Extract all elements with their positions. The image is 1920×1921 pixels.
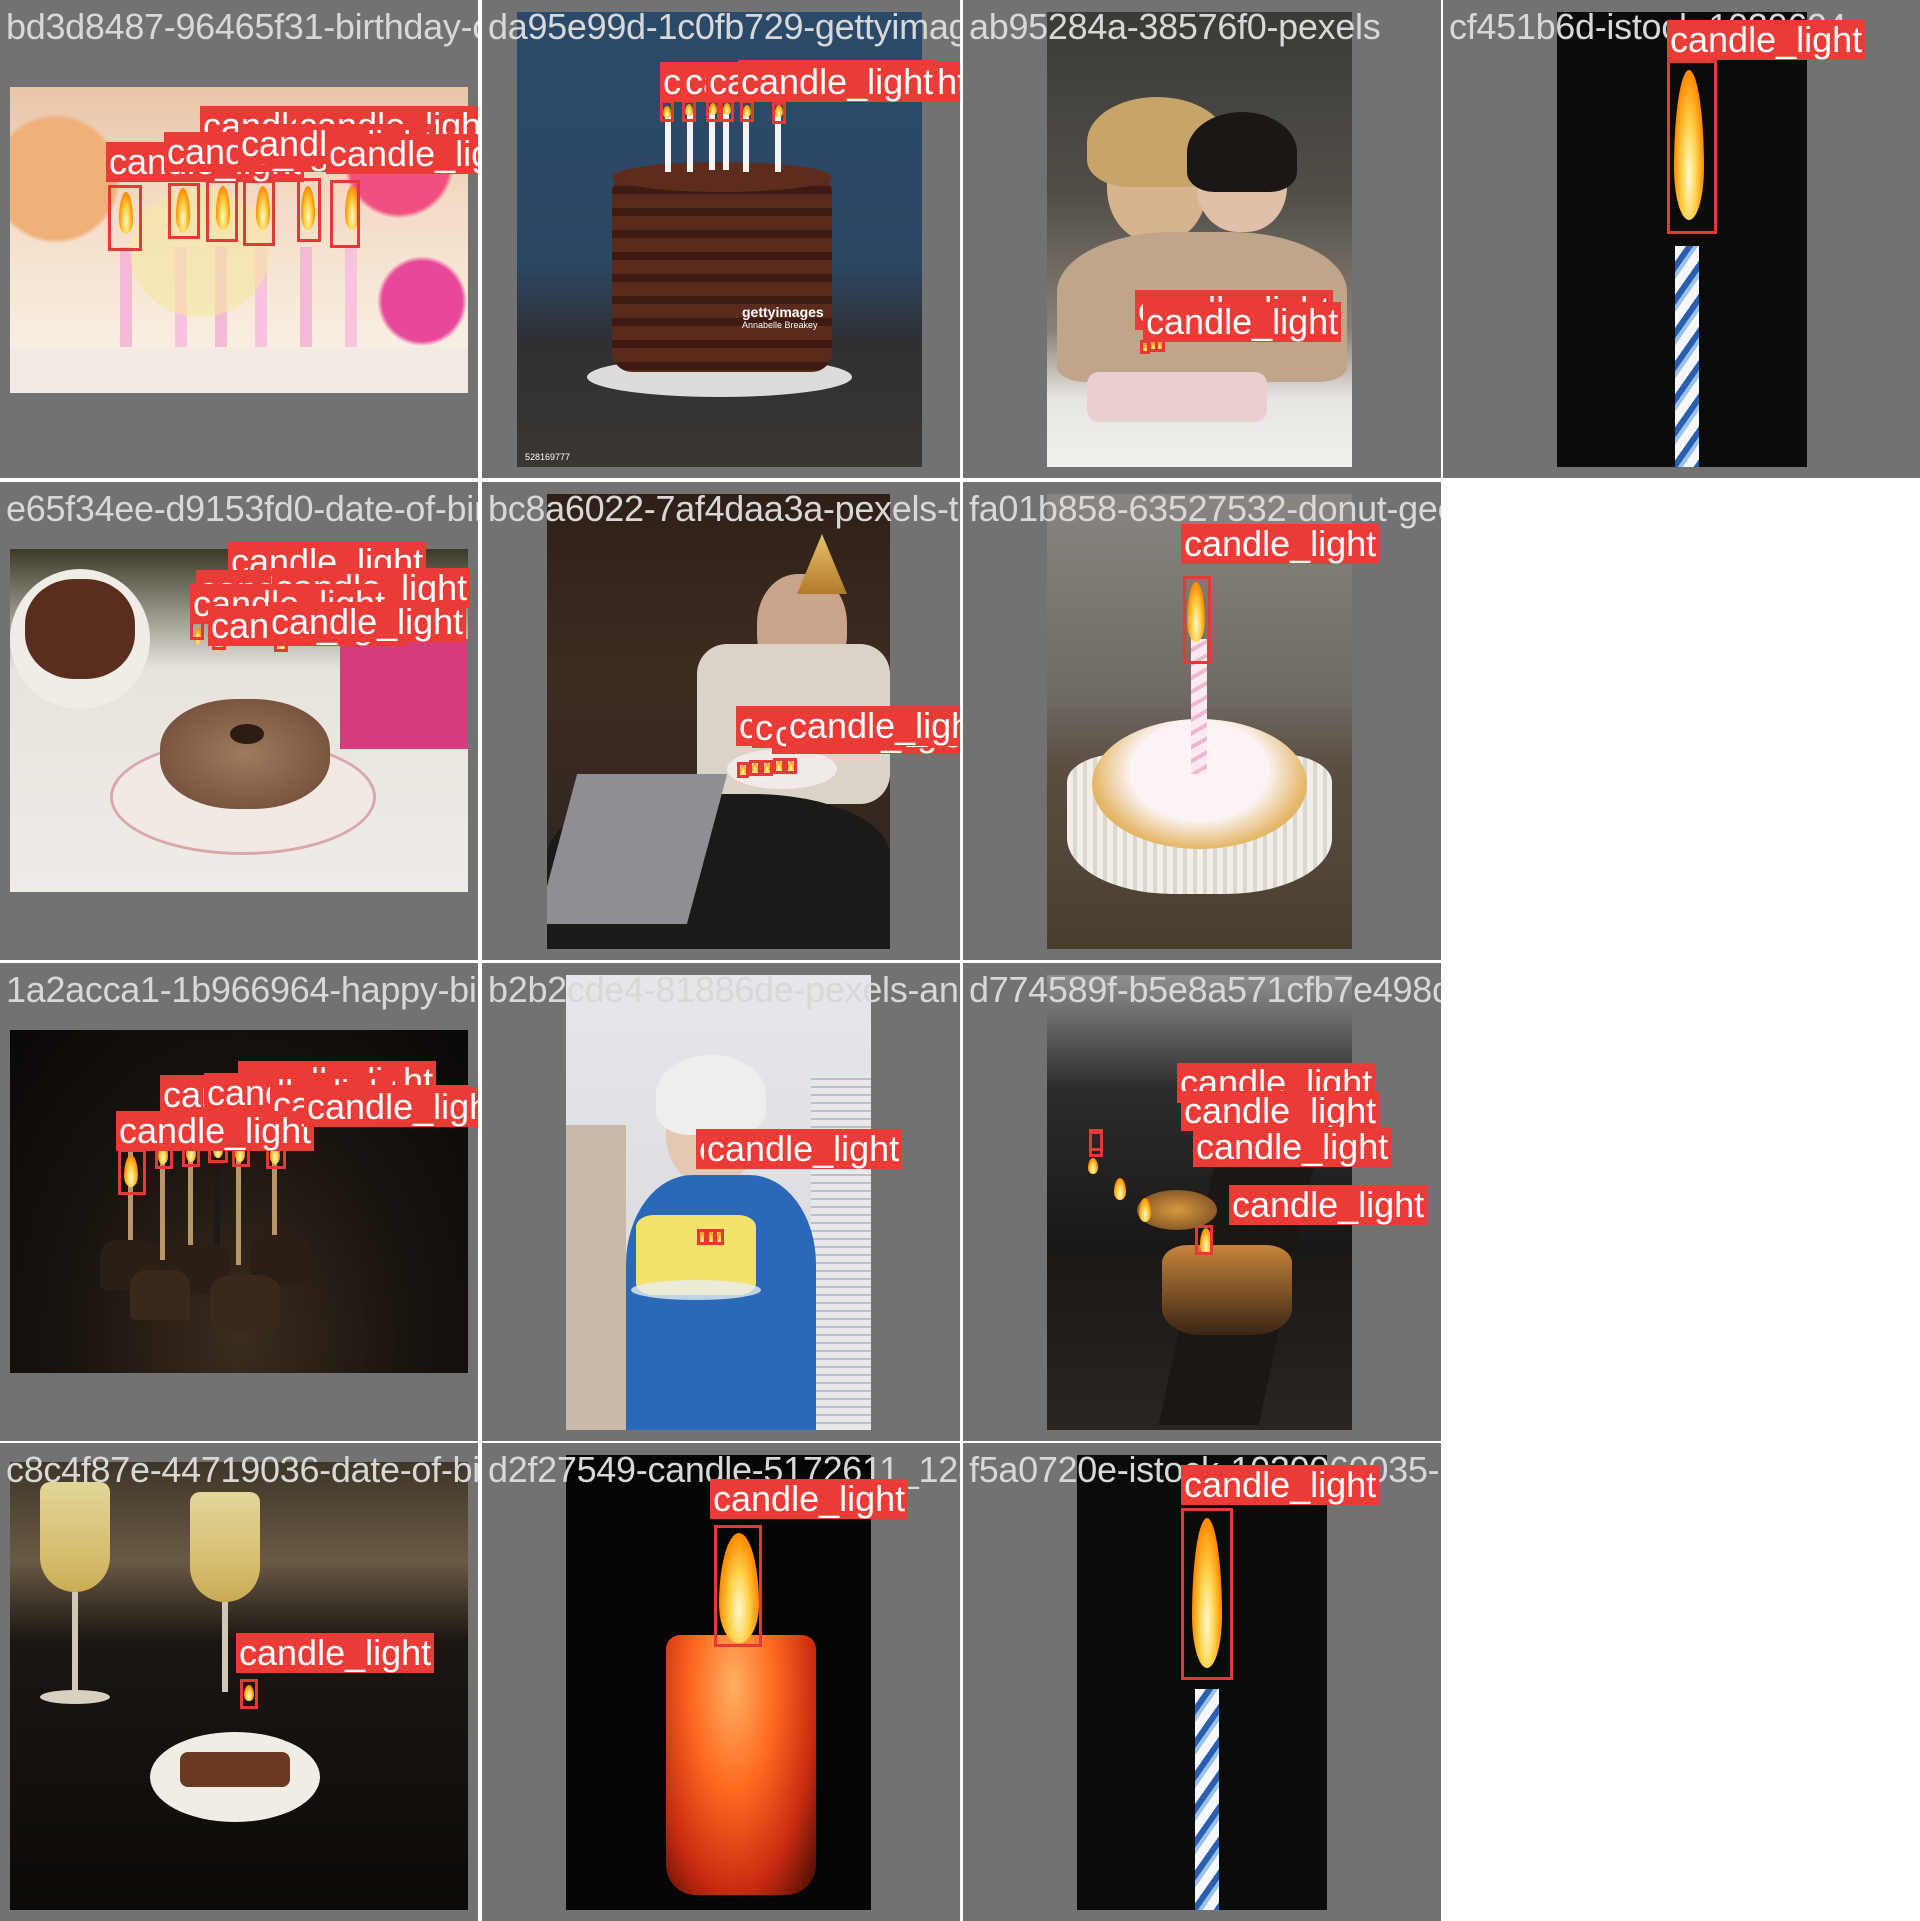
detection-label: candle_light bbox=[116, 1111, 315, 1151]
gettyimages-watermark: gettyimages bbox=[742, 304, 824, 320]
mosaic-tile-0: bd3d8487-96465f31-birthday-cake-with-can… bbox=[0, 0, 478, 478]
detection-box bbox=[714, 1525, 762, 1647]
tile-photo bbox=[566, 1455, 871, 1910]
tile-photo bbox=[10, 1462, 468, 1910]
detection-label: candle_light bbox=[1181, 524, 1380, 564]
mosaic-tile-7: 1a2acca1-1b966964-happy-birthday candle_… bbox=[0, 963, 478, 1441]
detection-box bbox=[682, 100, 696, 122]
detection-box bbox=[108, 185, 142, 251]
getty-id: 528169777 bbox=[525, 452, 571, 462]
detection-box bbox=[1195, 1225, 1213, 1255]
detection-box bbox=[772, 102, 786, 124]
detection-label: candle_light bbox=[268, 602, 467, 642]
detection-box bbox=[118, 1149, 146, 1195]
detection-box bbox=[749, 760, 761, 776]
tile-photo bbox=[566, 975, 871, 1430]
mosaic-tile-10: c8c4f87e-44719036-date-of-birth candle_l… bbox=[0, 1443, 478, 1921]
detection-box bbox=[773, 758, 785, 774]
detection-label: candle_light bbox=[704, 1129, 903, 1169]
tile-filename: e65f34ee-d9153fd0-date-of-birth bbox=[6, 488, 478, 529]
detection-box bbox=[240, 1679, 258, 1709]
getty-credit: Annabelle Breakey bbox=[742, 320, 818, 330]
tile-photo bbox=[1047, 12, 1352, 467]
mosaic-tile-2: ab95284a-38576f0-pexels candle_light can… bbox=[963, 0, 1441, 478]
mosaic-tile-12: f5a0720e-istock-1020060035-612x612_1 can… bbox=[963, 1443, 1441, 1921]
detection-box bbox=[761, 760, 773, 776]
mosaic-tile-6: fa01b858-63527532-donut-gee6d9de77_1280.… bbox=[963, 482, 1441, 960]
tile-filename: 1a2acca1-1b966964-happy-birthday bbox=[6, 969, 478, 1010]
detection-box bbox=[737, 762, 749, 778]
detection-label: candle_light bbox=[304, 1087, 478, 1127]
detection-box bbox=[1181, 1508, 1233, 1680]
detection-box bbox=[740, 100, 754, 122]
detection-label: candle_light bbox=[1143, 302, 1342, 342]
detection-label: candle_light bbox=[236, 1633, 435, 1673]
detection-box bbox=[660, 100, 674, 122]
detection-box bbox=[714, 1229, 724, 1245]
detection-box bbox=[720, 100, 734, 122]
mosaic-tile-9: d774589f-b5e8a571cfb7e498d59fb100fba72f … bbox=[963, 963, 1441, 1441]
tile-filename: bd3d8487-96465f31-birthday-cake-with-can… bbox=[6, 6, 478, 47]
detection-box bbox=[243, 180, 275, 246]
detection-label: candle_light bbox=[738, 62, 937, 102]
detection-box bbox=[785, 758, 797, 774]
detection-box bbox=[706, 100, 720, 122]
mosaic-tile-8: b2b2cde4-81886de-pexels-anna-shvets cand… bbox=[482, 963, 960, 1441]
detection-label: candle_light bbox=[326, 134, 478, 174]
detection-label: candle_light bbox=[710, 1479, 909, 1519]
mosaic-tile-empty bbox=[1443, 963, 1920, 1441]
detection-box bbox=[168, 183, 200, 239]
mosaic-tile-3: cf451b6d-istock-1020604 candle_light bbox=[1443, 0, 1920, 478]
detection-box bbox=[1089, 1131, 1103, 1157]
detection-box bbox=[330, 180, 360, 248]
detection-box bbox=[297, 178, 321, 242]
detection-box bbox=[206, 180, 238, 242]
detection-label: candle_light bbox=[1181, 1091, 1380, 1131]
detection-box bbox=[1183, 576, 1211, 664]
detection-label: candle_light bbox=[1181, 1465, 1380, 1505]
detection-label: candle_light bbox=[1229, 1185, 1428, 1225]
mosaic-tile-5: bc8a6022-7af4daa3a-pexels-tan-danh candl… bbox=[482, 482, 960, 960]
mosaic-tile-11: d2f27549-candle-5172611_1280 candle_ligh… bbox=[482, 1443, 960, 1921]
mosaic-tile-4: e65f34ee-d9153fd0-date-of-birth candle_l… bbox=[0, 482, 478, 960]
detection-label: candle_light bbox=[1667, 20, 1866, 60]
detection-box bbox=[1667, 60, 1717, 234]
detection-label: candle_light bbox=[786, 706, 960, 746]
mosaic-tile-empty bbox=[1443, 482, 1920, 960]
mosaic-tile-empty bbox=[1443, 1443, 1920, 1921]
mosaic-tile-1: gettyimages Annabelle Breakey 528169777 … bbox=[482, 0, 960, 478]
detection-label: candle_light bbox=[1193, 1127, 1392, 1167]
